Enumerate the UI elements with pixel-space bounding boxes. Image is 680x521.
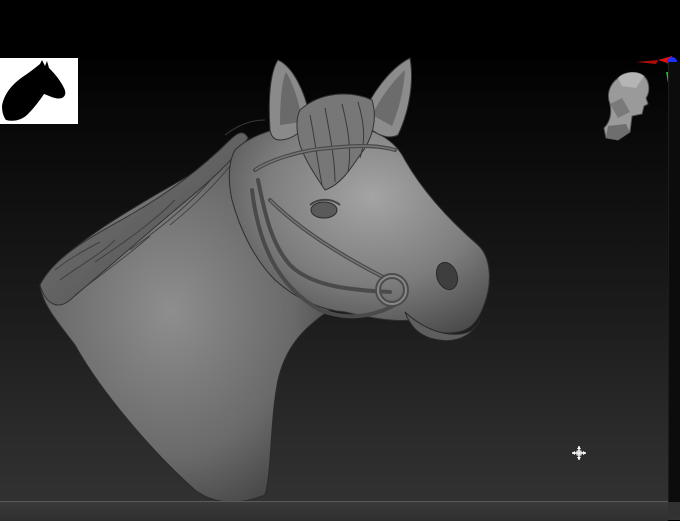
horse-head-model[interactable] — [0, 0, 680, 520]
move-cursor-icon — [572, 446, 586, 460]
horse-silhouette-thumbnail[interactable] — [0, 58, 78, 124]
horse-eye — [310, 201, 338, 219]
bottom-shelf — [0, 501, 668, 521]
right-shelf-scrollbar[interactable] — [668, 62, 680, 502]
horse-silhouette-icon — [0, 58, 78, 124]
head-navigation-icon[interactable] — [603, 71, 650, 141]
3d-viewport[interactable] — [0, 0, 680, 521]
